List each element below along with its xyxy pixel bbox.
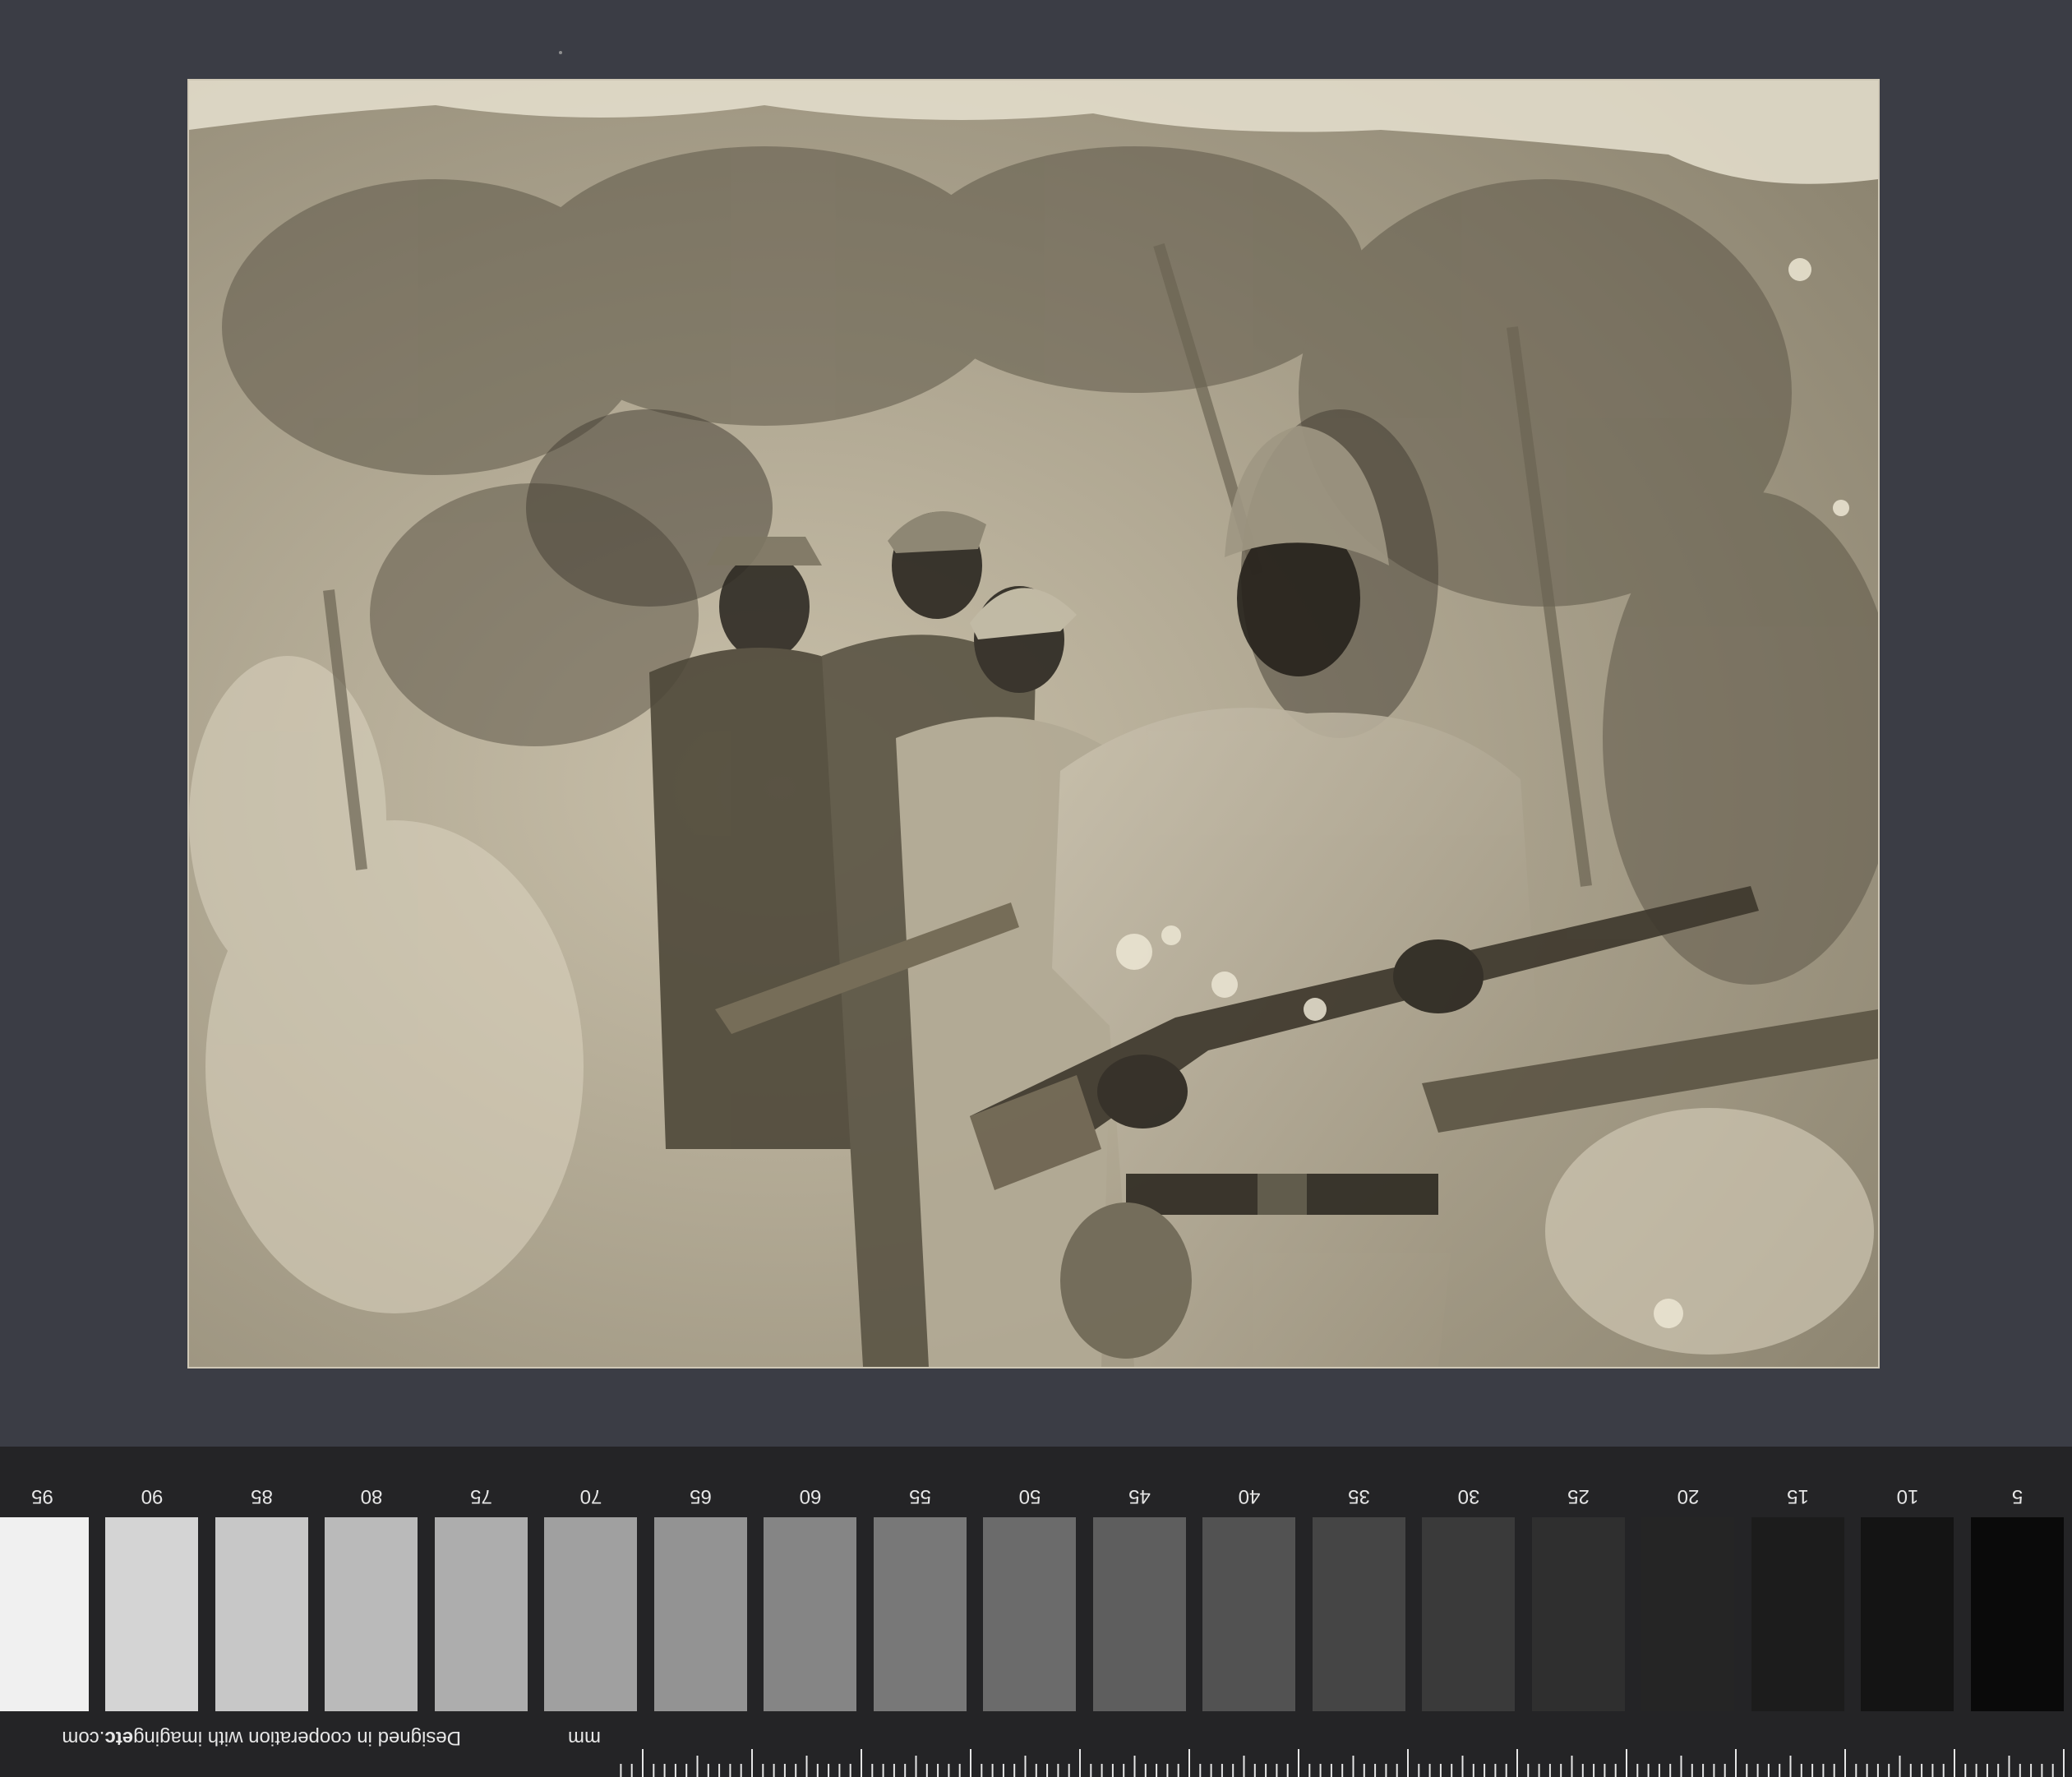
patch-label: 15	[1787, 1485, 1809, 1507]
grey-patch	[544, 1517, 638, 1711]
patch-label: 80	[360, 1485, 383, 1507]
grey-patch	[1751, 1517, 1844, 1711]
color-target: mm Designed in cooperation with imaginge…	[0, 1447, 2072, 1777]
ruler-unit-label: mm	[568, 1727, 601, 1749]
scan-canvas: mm Designed in cooperation with imaginge…	[0, 0, 2072, 1777]
grey-patch	[1861, 1517, 1954, 1711]
patch-label: 95	[31, 1485, 53, 1507]
patch-label: 90	[141, 1485, 164, 1507]
patch-label: 20	[1677, 1485, 1700, 1507]
patch-label: 45	[1128, 1485, 1151, 1507]
grey-patch	[325, 1517, 418, 1711]
patch-label: 5	[2011, 1485, 2024, 1507]
patch-label: 75	[470, 1485, 492, 1507]
dust-speck	[559, 51, 562, 54]
grey-patches: 5 10 15 20 25 30 35 40 45 50 55 60 65 70 75 80 85 90 95	[0, 1485, 2072, 1711]
grey-patch	[764, 1517, 857, 1711]
patch-label: 40	[1238, 1485, 1261, 1507]
grey-patch	[105, 1517, 199, 1711]
grey-patch	[1422, 1517, 1516, 1711]
credit-text: Designed in cooperation with imagingetc.…	[62, 1726, 461, 1749]
photograph-icon	[189, 81, 1878, 1367]
target-content: mm Designed in cooperation with imaginge…	[0, 1447, 2072, 1777]
grey-patch	[654, 1517, 747, 1711]
patch-label: 35	[1348, 1485, 1370, 1507]
patch-label: 10	[1896, 1485, 1919, 1507]
patch-label: 85	[251, 1485, 273, 1507]
grey-patch	[874, 1517, 967, 1711]
photograph-print	[189, 81, 1878, 1367]
grey-patch	[1532, 1517, 1625, 1711]
patch-label: 60	[799, 1485, 822, 1507]
grey-patch	[983, 1517, 1077, 1711]
credit-prefix: Designed in cooperation with imaging	[133, 1727, 461, 1749]
grey-patch	[1093, 1517, 1186, 1711]
grey-patch	[435, 1517, 528, 1711]
credit-suffix: .com	[62, 1727, 105, 1749]
grey-patch	[215, 1517, 308, 1711]
patch-label: 55	[909, 1485, 931, 1507]
grey-patch	[1313, 1517, 1405, 1711]
patch-label: 50	[1018, 1485, 1041, 1507]
grey-patch	[1641, 1517, 1735, 1711]
grey-patch	[0, 1517, 89, 1711]
grey-patch	[1971, 1517, 2064, 1711]
patch-label: 30	[1457, 1485, 1480, 1507]
grey-patch	[1202, 1517, 1296, 1711]
patch-label: 25	[1567, 1485, 1590, 1507]
patch-label: 70	[579, 1485, 602, 1507]
mm-ruler: mm Designed in cooperation with imaginge…	[0, 1719, 2072, 1777]
patch-label: 65	[690, 1485, 712, 1507]
credit-brand: etc	[104, 1727, 134, 1749]
